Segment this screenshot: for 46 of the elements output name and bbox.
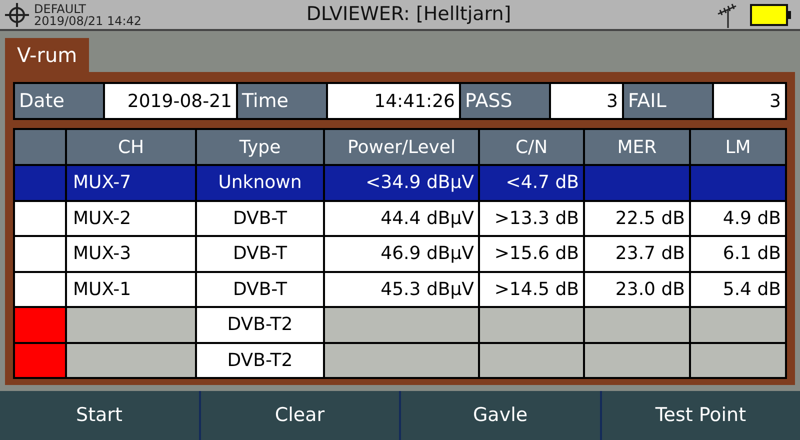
table-cell: 23.0 dB [585,272,689,306]
table-cell: >13.3 dB [480,202,583,235]
table-cell: DVB-T2 [197,308,323,342]
table-cell: DVB-T2 [197,344,323,377]
column-header: Type [197,130,323,164]
table-cell: 5.4 dB [691,272,785,306]
summary-label: PASS [461,84,549,118]
table-cell: 44.4 dBµV [325,202,478,235]
summary-value: 14:41:26 [328,84,459,118]
battery-icon [750,4,792,26]
table-cell: 6.1 dB [691,237,785,270]
table-cell: 22.5 dB [585,202,689,235]
table-cell: Unknown [197,166,323,200]
table-cell: 45.3 dBµV [325,272,478,306]
profile-name: DEFAULT [34,2,87,14]
column-header: CH [67,130,195,164]
table-cell: >14.5 dB [480,272,583,306]
table-cell: MUX-7 [67,166,195,200]
table-cell: DVB-T [197,272,323,306]
column-header: Power/Level [325,130,478,164]
table-cell: MUX-2 [67,202,195,235]
table-cell: 46.9 dBµV [325,237,478,270]
window-title: DLVIEWER: [Helltjarn] [306,2,512,28]
summary-value: 2019-08-21 [105,84,236,118]
table-cell: >15.6 dB [480,237,583,270]
summary-value: 3 [714,84,785,118]
table-cell: 4.9 dB [691,202,785,235]
column-header: LM [691,130,785,164]
crosshair-icon [4,2,30,28]
summary-value: 3 [551,84,622,118]
table-cell: <4.7 dB [480,166,583,200]
column-header: MER [585,130,689,164]
tab[interactable]: V-rum [5,38,90,72]
summary-label: Date [15,84,103,118]
summary-label: Time [238,84,326,118]
summary-label: FAIL [624,84,712,118]
column-header: C/N [480,130,583,164]
antenna-icon [716,2,738,28]
table-cell: MUX-1 [67,272,195,306]
table-cell: <34.9 dBµV [325,166,478,200]
header-cell [15,130,65,164]
table-cell: 23.7 dB [585,237,689,270]
table-cell: MUX-3 [67,237,195,270]
table-cell: DVB-T [197,202,323,235]
header-datetime: 2019/08/21 14:42 [34,14,142,26]
table-cell: DVB-T [197,237,323,270]
